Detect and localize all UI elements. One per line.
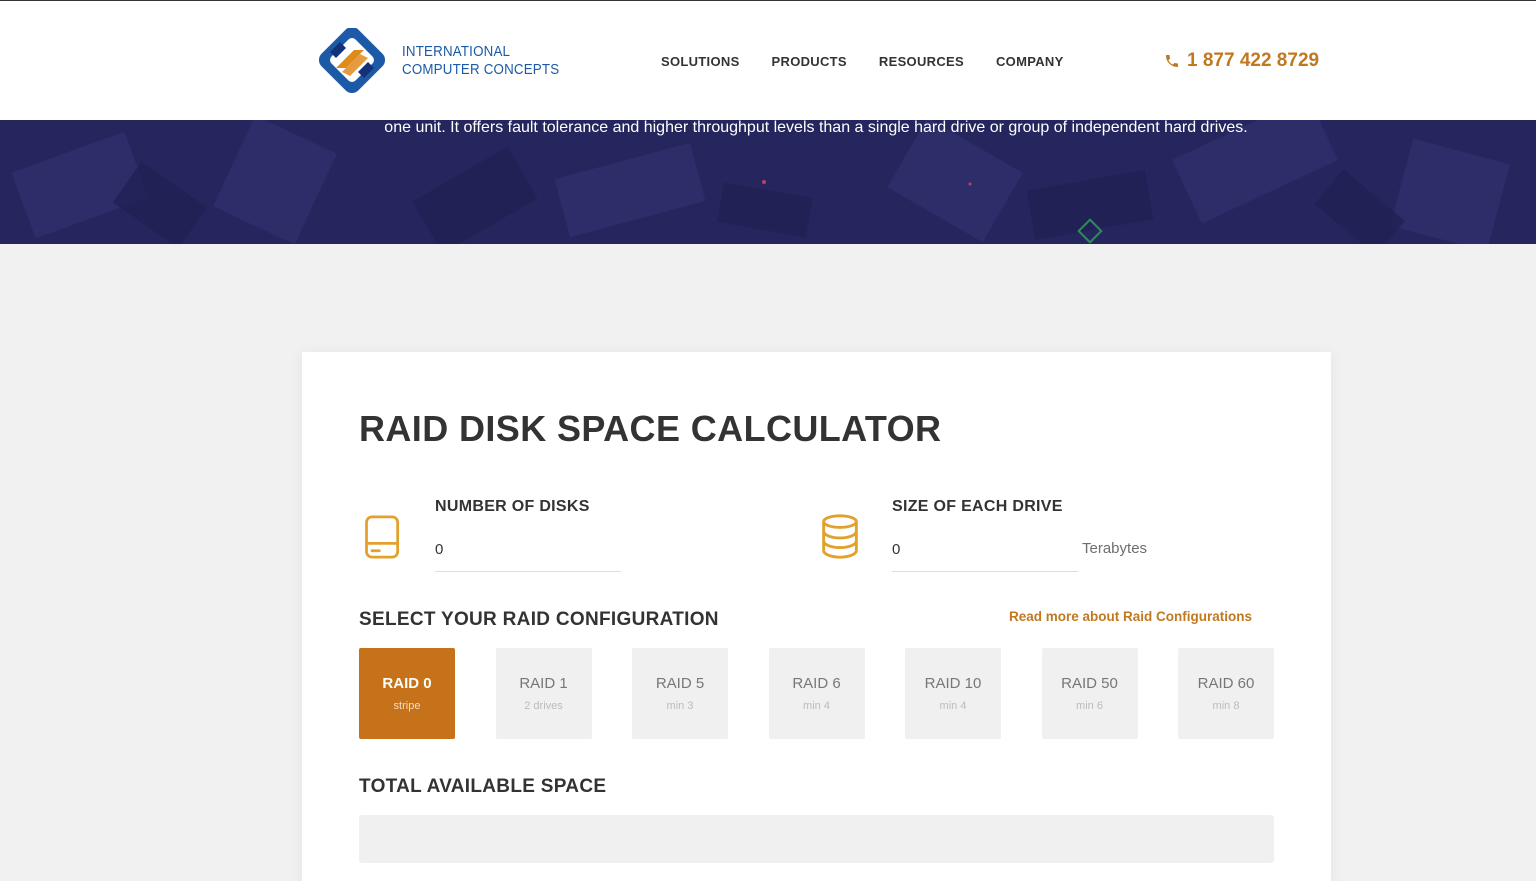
raid-option-0[interactable]: RAID 0 stripe xyxy=(359,648,455,739)
total-space-title: TOTAL AVAILABLE SPACE xyxy=(359,776,607,797)
nav-products[interactable]: PRODUCTS xyxy=(772,54,847,69)
number-of-disks-input[interactable] xyxy=(435,528,621,572)
raid-options: RAID 0 stripe RAID 1 2 drives RAID 5 min… xyxy=(359,648,1274,739)
raid-option-name: RAID 6 xyxy=(792,675,841,692)
total-space-output xyxy=(359,815,1274,863)
hard-drive-icon xyxy=(365,515,400,559)
raid-option-sub: 2 drives xyxy=(524,700,563,712)
phone-link[interactable]: 1 877 422 8729 xyxy=(1164,50,1319,72)
raid-option-sub: min 8 xyxy=(1212,700,1240,712)
nav-solutions[interactable]: SOLUTIONS xyxy=(661,54,740,69)
phone-number: 1 877 422 8729 xyxy=(1187,50,1320,71)
logo-line-2: COMPUTER CONCEPTS xyxy=(402,62,560,78)
raid-option-1[interactable]: RAID 1 2 drives xyxy=(495,648,592,739)
raid-config-title: SELECT YOUR RAID CONFIGURATION xyxy=(359,609,719,630)
main-nav: SOLUTIONS PRODUCTS RESOURCES COMPANY xyxy=(661,54,1064,69)
hero-banner: one unit. It offers fault tolerance and … xyxy=(0,120,1536,244)
drive-size-unit: Terabytes xyxy=(1082,540,1148,557)
nav-resources[interactable]: RESOURCES xyxy=(879,54,964,69)
company-logo[interactable]: INTERNATIONAL COMPUTER CONCEPTS xyxy=(310,28,573,94)
raid-option-6[interactable]: RAID 6 min 4 xyxy=(768,648,865,739)
raid-option-name: RAID 5 xyxy=(655,675,705,692)
raid-option-5[interactable]: RAID 5 min 3 xyxy=(632,648,728,739)
raid-option-sub: min 4 xyxy=(939,700,967,712)
raid-calculator-card: RAID DISK SPACE CALCULATOR NUMBER OF DIS… xyxy=(302,352,1331,881)
raid-option-name: RAID 10 xyxy=(924,675,982,692)
raid-option-sub: min 4 xyxy=(803,700,830,712)
drive-size-label: SIZE OF EACH DRIVE xyxy=(892,498,1063,515)
nav-company[interactable]: COMPANY xyxy=(996,54,1064,69)
raid-option-60[interactable]: RAID 60 min 8 xyxy=(1178,648,1274,739)
phone-icon xyxy=(1166,55,1178,67)
calculator-title: RAID DISK SPACE CALCULATOR xyxy=(359,408,942,449)
database-icon xyxy=(822,514,858,559)
drive-size-input[interactable] xyxy=(892,528,1078,572)
number-of-disks-label: NUMBER OF DISKS xyxy=(435,498,590,515)
hero-description: one unit. It offers fault tolerance and … xyxy=(384,120,1248,136)
raid-option-sub: min 3 xyxy=(666,700,694,712)
raid-option-sub: min 6 xyxy=(1076,700,1103,712)
logo-line-1: INTERNATIONAL xyxy=(402,44,511,60)
raid-option-50[interactable]: RAID 50 min 6 xyxy=(1041,648,1138,739)
logo-icon xyxy=(318,28,386,94)
raid-option-10[interactable]: RAID 10 min 4 xyxy=(905,648,1001,739)
site-header: INTERNATIONAL COMPUTER CONCEPTS SOLUTION… xyxy=(0,0,1536,120)
logo-text: INTERNATIONAL COMPUTER CONCEPTS xyxy=(402,43,559,79)
raid-option-name: RAID 50 xyxy=(1061,675,1118,692)
read-more-raid-link[interactable]: Read more about Raid Configurations xyxy=(1009,609,1252,624)
raid-option-name: RAID 0 xyxy=(382,675,432,692)
raid-option-name: RAID 60 xyxy=(1197,675,1255,692)
raid-option-name: RAID 1 xyxy=(519,675,568,692)
raid-option-sub: stripe xyxy=(393,700,421,712)
